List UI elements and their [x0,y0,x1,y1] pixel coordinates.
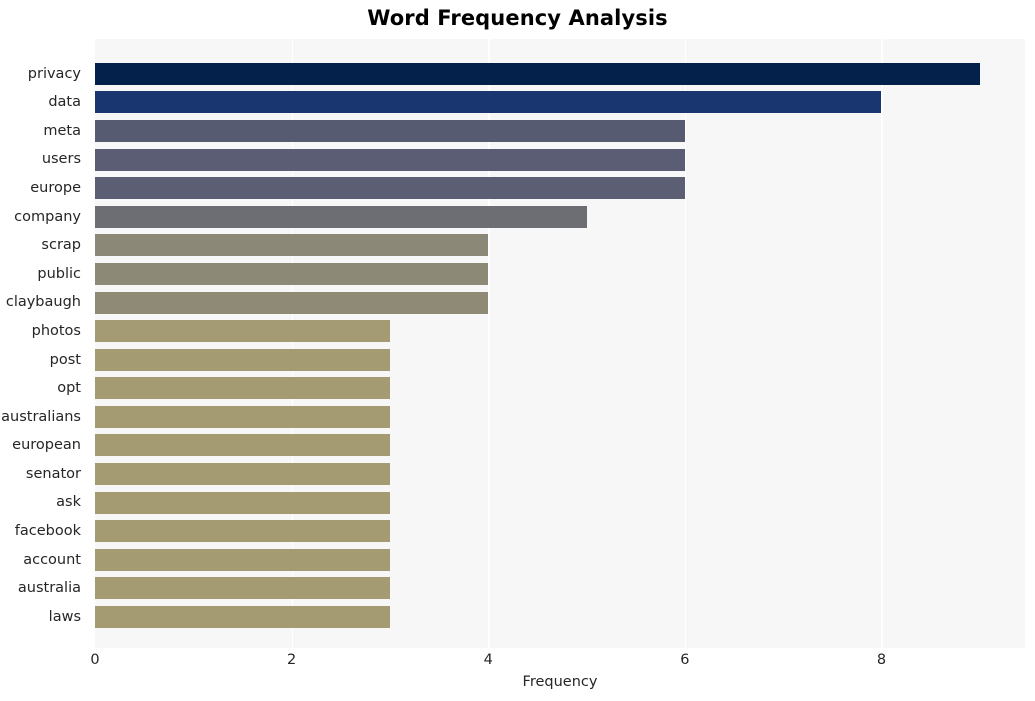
y-tick-label-privacy: privacy [27,65,81,82]
bar-photos [95,320,390,343]
bar-row [95,145,1025,174]
bar-row [95,174,1025,203]
bar-row [95,203,1025,232]
bar-opt [95,377,390,400]
y-tick-label-post: post [49,351,81,368]
y-tick-label-account: account [23,551,81,568]
bar-meta [95,119,685,142]
bar-row [95,488,1025,517]
bar-row [95,546,1025,575]
x-axis-title: Frequency [522,674,598,690]
y-tick-label-ask: ask [56,494,81,511]
bar-users [95,148,685,171]
x-tick-label-4: 4 [483,652,493,668]
x-tick-label-0: 0 [90,652,100,668]
bar-row [95,231,1025,260]
x-tick-label-8: 8 [876,652,887,668]
y-tick-label-europe: europe [30,179,81,196]
chart-figure: Word Frequency Analysis privacy data meta u… [0,0,1035,701]
bar-scrap [95,234,489,257]
bars-container [95,39,1025,648]
bar-facebook [95,520,390,543]
page-title: Word Frequency Analysis [367,6,668,30]
y-tick-label-facebook: facebook [14,523,81,540]
x-axis-tick-labels: 0 2 4 6 8 [90,648,1025,672]
bar-row [95,603,1025,632]
bar-row [95,517,1025,546]
bar-row [95,346,1025,375]
y-tick-label-public: public [37,265,81,282]
y-tick-label-data: data [48,94,81,111]
bar-row [95,288,1025,317]
y-tick-label-senator: senator [25,465,81,482]
y-tick-label-users: users [41,151,81,168]
bar-european [95,434,390,457]
bar-senator [95,463,390,486]
bar-data [95,91,882,114]
y-tick-label-opt: opt [57,380,81,397]
y-tick-label-european: european [12,437,81,454]
bar-europe [95,177,685,200]
y-tick-label-company: company [14,208,81,225]
bar-row [95,460,1025,489]
plot-area [95,39,1025,648]
y-tick-label-laws: laws [48,608,81,625]
bar-row [95,117,1025,146]
y-tick-label-claybaugh: claybaugh [5,294,81,311]
y-tick-label-australians: australians [1,408,81,425]
bar-row [95,374,1025,403]
bar-row [95,88,1025,117]
bar-public [95,262,489,285]
bar-australia [95,577,390,600]
bar-row [95,403,1025,432]
x-tick-label-6: 6 [680,652,690,668]
bar-row [95,317,1025,346]
bar-australians [95,405,390,428]
x-tick-label-2: 2 [286,652,297,668]
bar-row [95,431,1025,460]
bar-company [95,205,587,228]
bar-ask [95,491,390,514]
bar-privacy [95,62,980,85]
y-axis-tick-labels: privacy data meta users europe company scrap pu… [0,39,88,648]
bar-post [95,348,390,371]
bar-row [95,260,1025,289]
y-tick-label-meta: meta [43,122,81,139]
bar-row [95,60,1025,89]
y-tick-label-scrap: scrap [41,237,81,254]
y-tick-label-photos: photos [31,322,81,339]
bar-claybaugh [95,291,489,314]
bar-row [95,574,1025,603]
y-tick-label-australia: australia [17,580,81,597]
bar-account [95,548,390,571]
bar-laws [95,606,390,628]
